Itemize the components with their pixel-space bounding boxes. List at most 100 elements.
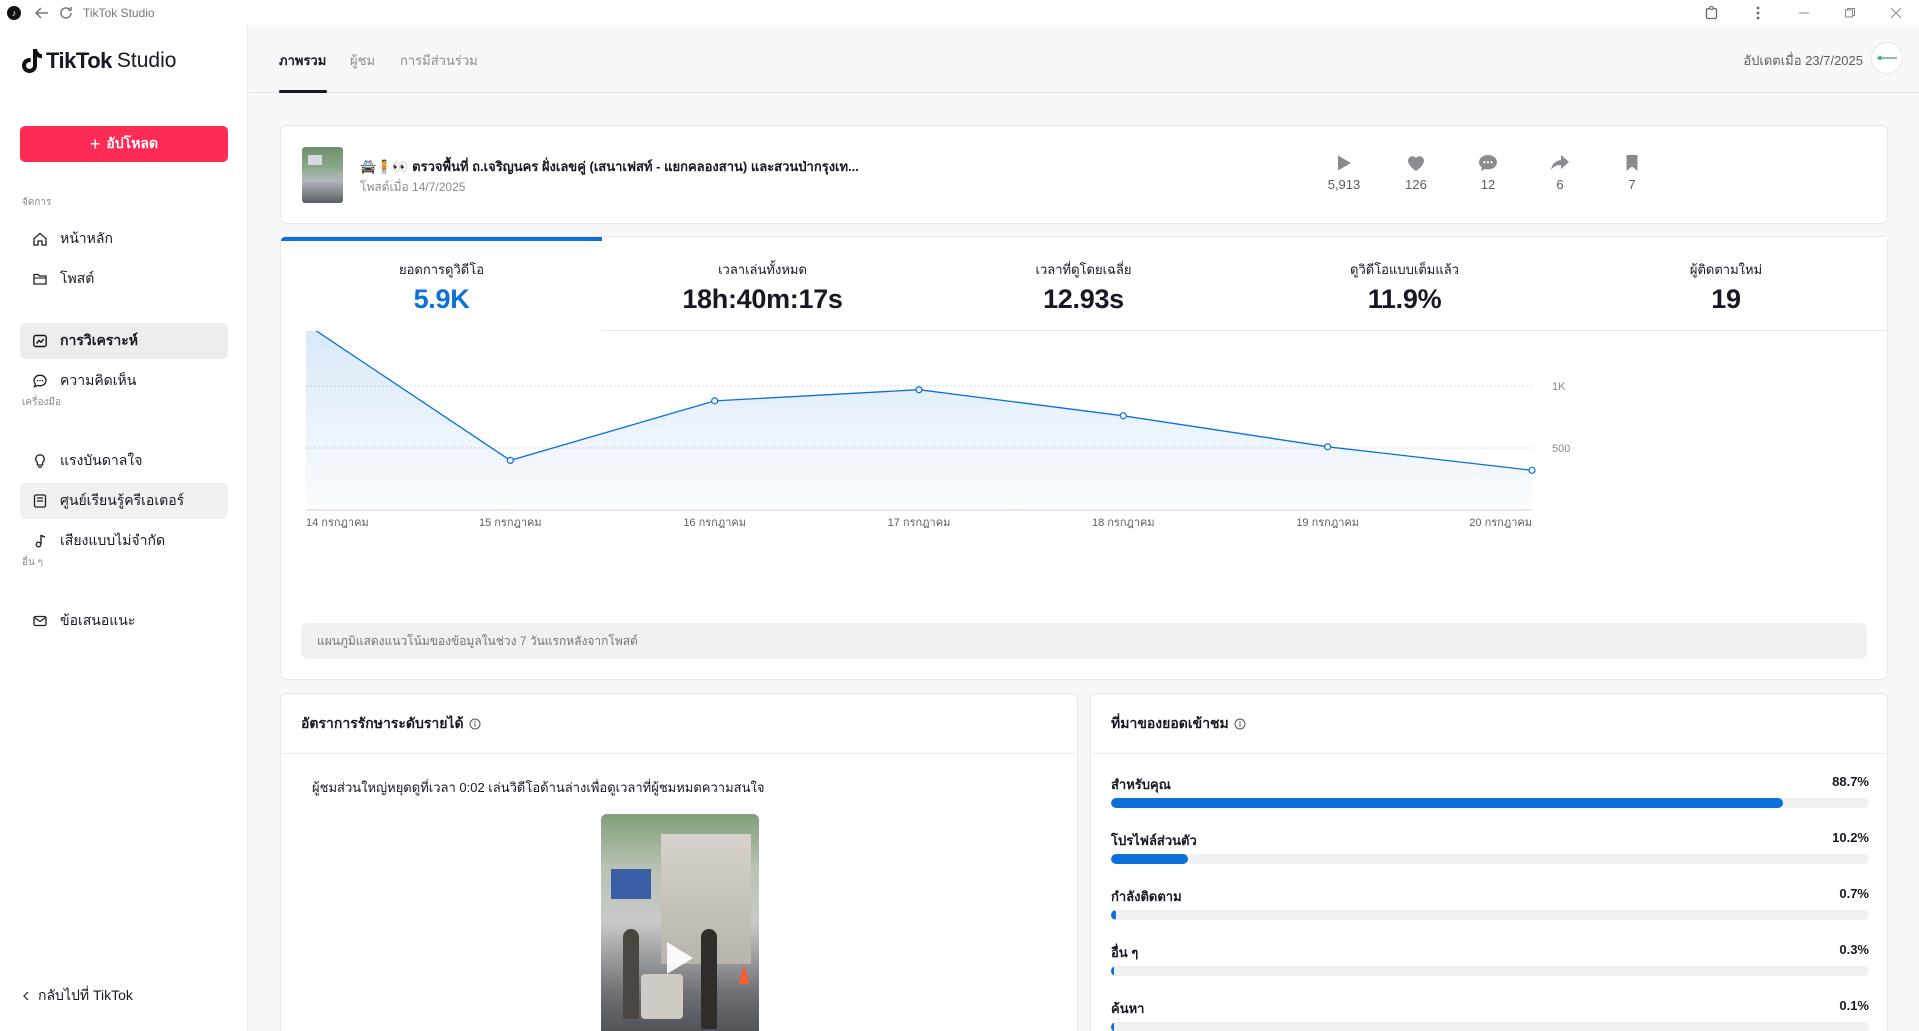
metric-tab-total-play-time[interactable]: เวลาเล่นทั้งหมด 18h:40m:17s: [602, 237, 924, 331]
tab-engagement[interactable]: การมีส่วนร่วม: [400, 50, 478, 71]
traffic-source-label: โปรไฟล์ส่วนตัว: [1111, 833, 1197, 848]
video-frame-detail: [623, 929, 639, 1019]
sidebar-item-home[interactable]: หน้าหลัก: [20, 221, 228, 257]
sidebar-item-analytics[interactable]: การวิเคราะห์: [20, 323, 228, 359]
sidebar-item-label: การวิเคราะห์: [60, 332, 138, 348]
extension-icon[interactable]: [1689, 2, 1735, 24]
sidebar: TikTok Studio + อัปโหลด จัดการ หน้าหลัก …: [0, 25, 248, 1031]
retention-card: อัตราการรักษาระดับรายได้ ผู้ชมส่วนใหญ่หย…: [280, 693, 1078, 1031]
chevron-left-icon: [22, 988, 30, 1004]
stat-likes: 126: [1386, 153, 1446, 192]
metric-value: 18h:40m:17s: [682, 284, 843, 314]
stat-value: 126: [1405, 177, 1427, 192]
metric-tab-average-watch-time[interactable]: เวลาที่ดูโดยเฉลี่ย 12.93s: [923, 237, 1245, 331]
sidebar-item-label: ข้อเสนอแนะ: [60, 612, 136, 628]
sidebar-item-inspiration[interactable]: แรงบันดาลใจ: [20, 443, 228, 479]
upload-label: อัปโหลด: [106, 135, 159, 151]
info-icon[interactable]: [469, 718, 481, 730]
data-point: [711, 397, 719, 405]
tab-audience[interactable]: ผู้ชม: [350, 50, 375, 71]
video-frame-detail: [701, 929, 717, 1029]
window-title-bar: ♪ TikTok Studio: [0, 0, 1919, 25]
stat-views: 5,913: [1314, 153, 1374, 192]
refresh-icon[interactable]: [55, 2, 77, 24]
sidebar-item-comments[interactable]: ความคิดเห็น: [20, 363, 228, 399]
metric-value: 12.93s: [1043, 284, 1124, 314]
video-title[interactable]: 🚔🧍👀 ตรวจพื้นที่ ถ.เจริญนคร ฝั่งเลขคู่ (เ…: [360, 156, 859, 177]
sidebar-item-label: เสียงแบบไม่จำกัด: [60, 532, 166, 548]
info-icon[interactable]: [1234, 718, 1246, 730]
last-updated-text: อัปเดตเมื่อ 23/7/2025: [1743, 53, 1863, 68]
traffic-source-label: ค้นหา: [1111, 1001, 1145, 1016]
sidebar-item-creator-academy[interactable]: ศูนย์เรียนรู้ครีเอเตอร์: [20, 483, 228, 519]
x-tick-label: 14 กรกฎาคม: [306, 517, 369, 529]
top-header: ภาพรวม ผู้ชม การมีส่วนร่วม อัปเดตเมื่อ 2…: [249, 25, 1919, 93]
traffic-source-bar-track: [1111, 966, 1869, 976]
series-area: [306, 331, 1532, 510]
metrics-card: ยอดการดูวิดีโอ 5.9K เวลาเล่นทั้งหมด 18h:…: [280, 236, 1888, 680]
back-arrow-icon[interactable]: [31, 2, 53, 24]
metric-tab-video-views[interactable]: ยอดการดูวิดีโอ 5.9K: [281, 237, 603, 331]
upload-button[interactable]: + อัปโหลด: [20, 126, 228, 162]
comment-icon: [1458, 153, 1518, 173]
home-icon: [32, 231, 48, 247]
x-tick-label: 15 กรกฎาคม: [479, 517, 542, 529]
stat-saves: 7: [1602, 153, 1662, 192]
video-thumbnail[interactable]: [302, 147, 343, 203]
data-point: [506, 456, 514, 464]
video-posted-date: โพสต์เมื่อ 14/7/2025: [360, 180, 466, 194]
x-tick-label: 19 กรกฎาคม: [1296, 517, 1359, 529]
traffic-source-bar-track: [1111, 798, 1869, 808]
avatar[interactable]: [1871, 42, 1903, 74]
traffic-source-bar-fill: [1111, 1022, 1115, 1031]
stat-value: 5,913: [1327, 177, 1361, 192]
traffic-source-bar-fill: [1111, 854, 1189, 864]
traffic-card-header: ที่มาของยอดเข้าชม: [1091, 694, 1887, 754]
sidebar-item-posts[interactable]: โพสต์: [20, 261, 228, 297]
traffic-source-row: โปรไฟล์ส่วนตัว 10.2%: [1111, 830, 1869, 870]
active-tab-indicator: [279, 90, 327, 93]
sidebar-item-unlimited-sounds[interactable]: เสียงแบบไม่จำกัด: [20, 523, 228, 559]
metric-tab-new-followers[interactable]: ผู้ติดตามใหม่ 19: [1565, 237, 1887, 331]
restore-icon[interactable]: [1827, 2, 1873, 24]
traffic-source-label: สำหรับคุณ: [1111, 777, 1171, 792]
traffic-source-bar-fill: [1111, 910, 1117, 920]
close-icon[interactable]: [1873, 2, 1919, 24]
brand-studio-text: Studio: [116, 49, 177, 72]
retention-video-player[interactable]: [601, 814, 759, 1031]
tab-overview[interactable]: ภาพรวม: [279, 50, 326, 71]
x-tick-label: 18 กรกฎาคม: [1092, 517, 1155, 529]
retention-description: ผู้ชมส่วนใหญ่หยุดดูที่เวลา 0:02 เล่นวิดี…: [312, 780, 765, 795]
y-tick-label: 1K: [1552, 381, 1566, 393]
back-to-tiktok-link[interactable]: กลับไปที่ TikTok: [22, 985, 133, 1007]
metric-value: 5.9K: [413, 284, 470, 314]
traffic-source-percent: 88.7%: [1832, 774, 1869, 789]
play-icon[interactable]: [667, 942, 693, 974]
minimize-icon[interactable]: [1781, 2, 1827, 24]
traffic-source-bar-track: [1111, 1022, 1869, 1031]
folder-icon: [32, 271, 48, 287]
traffic-source-bar-fill: [1111, 966, 1115, 976]
section-label-manage: จัดการ: [22, 197, 52, 208]
video-frame-detail: [739, 964, 749, 984]
play-icon: [1314, 153, 1374, 173]
sidebar-item-label: หน้าหลัก: [60, 230, 113, 246]
retention-title: อัตราการรักษาระดับรายได้: [301, 714, 464, 731]
sidebar-item-label: โพสต์: [60, 270, 95, 286]
video-frame-detail: [611, 869, 651, 899]
book-icon: [32, 493, 48, 509]
retention-card-header: อัตราการรักษาระดับรายได้: [281, 694, 1077, 754]
brand-logo[interactable]: TikTok Studio: [20, 45, 176, 77]
x-tick-label: 20 กรกฎาคม: [1469, 517, 1532, 529]
y-tick-label: 500: [1552, 443, 1570, 455]
lightbulb-icon: [32, 453, 48, 469]
traffic-title: ที่มาของยอดเข้าชม: [1111, 714, 1229, 731]
metric-tab-watched-full-video[interactable]: ดูวิดีโอแบบเต็มแล้ว 11.9%: [1244, 237, 1566, 331]
traffic-source-bar-track: [1111, 910, 1869, 920]
window-title: TikTok Studio: [83, 5, 155, 20]
sidebar-item-feedback[interactable]: ข้อเสนอแนะ: [20, 603, 228, 639]
metric-value: 11.9%: [1367, 284, 1442, 314]
traffic-source-row: ค้นหา 0.1%: [1111, 998, 1869, 1031]
more-menu-icon[interactable]: [1735, 2, 1781, 24]
video-frame-detail: [641, 974, 683, 1019]
